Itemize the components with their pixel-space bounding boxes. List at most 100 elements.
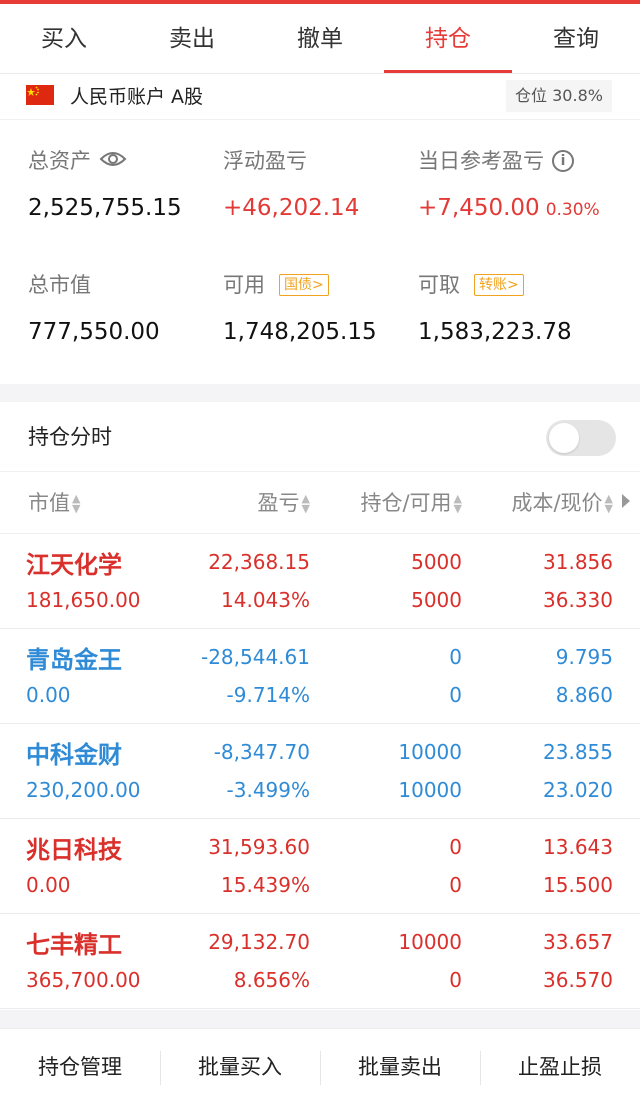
stock-available: 0 [449, 968, 462, 992]
daily-pl-value: +7,450.00 [418, 195, 540, 221]
info-icon[interactable]: i [552, 150, 574, 172]
market-value-label: 总市值 [28, 273, 91, 297]
transfer-chip[interactable]: 转账> [474, 274, 524, 296]
stock-pl: 31,593.60 [208, 835, 310, 859]
stock-market-value: 181,650.00 [26, 588, 141, 612]
holding-row[interactable]: 兆日科技 0.00 31,593.60 15.439% 0 0 13.643 1… [0, 819, 640, 914]
available-funds: 可用 国债> 1,748,205.15 [223, 270, 377, 350]
account-bar[interactable]: 人民币账户 A股 仓位 30.8% [0, 76, 640, 120]
stock-name: 兆日科技 [26, 836, 122, 864]
stock-available: 5000 [411, 588, 462, 612]
stock-cost: 13.643 [543, 835, 613, 859]
floating-pl-value: +46,202.14 [223, 195, 360, 221]
asset-summary: 总资产 2,525,755.15 浮动盈亏 +46,202.14 当日参考盈亏 … [0, 120, 640, 384]
header-cost[interactable]: 成本/现价 ▲ ▼ [511, 472, 613, 534]
stock-name: 七丰精工 [26, 931, 122, 959]
header-market-value-label: 市值 [28, 491, 70, 515]
stock-holding: 0 [449, 835, 462, 859]
trade-tabs: 买入 卖出 撤单 持仓 查询 [0, 4, 640, 74]
position-management-button[interactable]: 持仓管理 [0, 1029, 160, 1105]
stock-market-value: 230,200.00 [26, 778, 141, 802]
holding-row[interactable]: 中科金财 230,200.00 -8,347.70 -3.499% 10000 … [0, 724, 640, 819]
sort-icon: ▲ ▼ [301, 492, 310, 515]
daily-pl-label: 当日参考盈亏 [418, 149, 544, 173]
take-profit-stop-loss-button[interactable]: 止盈止损 [480, 1029, 640, 1105]
withdrawable-value: 1,583,223.78 [418, 319, 572, 345]
stock-holding: 0 [449, 645, 462, 669]
stock-price: 36.330 [543, 588, 613, 612]
bottom-action-bar: 持仓管理 批量买入 批量卖出 止盈止损 [0, 1028, 640, 1105]
batch-sell-button[interactable]: 批量卖出 [320, 1029, 480, 1105]
floating-pl-label: 浮动盈亏 [223, 149, 307, 173]
header-holding[interactable]: 持仓/可用 ▲ ▼ [360, 472, 462, 534]
total-assets-label: 总资产 [28, 149, 91, 173]
sort-icon: ▲ ▼ [604, 492, 613, 515]
stock-price: 8.860 [555, 683, 613, 707]
stock-market-value: 365,700.00 [26, 968, 141, 992]
header-pl[interactable]: 盈亏 ▲ ▼ [258, 472, 310, 534]
stock-price: 23.020 [543, 778, 613, 802]
tab-query[interactable]: 查询 [512, 4, 640, 73]
stock-holding: 10000 [398, 930, 462, 954]
toggle-knob [549, 423, 579, 453]
holdings-table-header: 市值 ▲ ▼ 盈亏 ▲ ▼ 持仓/可用 ▲ ▼ 成本/现价 ▲ ▼ [0, 472, 640, 534]
available-label: 可用 [223, 273, 265, 297]
market-value: 总市值 777,550.00 [28, 270, 160, 350]
stock-name: 中科金财 [26, 741, 122, 769]
holding-timeshare-label: 持仓分时 [28, 425, 112, 449]
holding-row[interactable]: 七丰精工 365,700.00 29,132.70 8.656% 10000 0… [0, 914, 640, 1009]
stock-pl-percent: -9.714% [226, 683, 310, 707]
daily-pl: 当日参考盈亏 i +7,450.00 0.30% [418, 146, 600, 228]
stock-cost: 23.855 [543, 740, 613, 764]
stock-name: 江天化学 [26, 551, 122, 579]
stock-available: 10000 [398, 778, 462, 802]
sort-icon: ▲ ▼ [453, 492, 462, 515]
stock-available: 0 [449, 873, 462, 897]
stock-pl-percent: 15.439% [221, 873, 310, 897]
market-value-value: 777,550.00 [28, 319, 160, 345]
section-divider [0, 384, 640, 402]
stock-market-value: 0.00 [26, 873, 71, 897]
tab-sell[interactable]: 卖出 [128, 4, 256, 73]
tab-positions[interactable]: 持仓 [384, 4, 512, 73]
tab-buy[interactable]: 买入 [0, 4, 128, 73]
total-assets-value: 2,525,755.15 [28, 195, 182, 221]
eye-icon[interactable] [99, 146, 127, 176]
holding-timeshare-row: 持仓分时 [0, 402, 640, 472]
stock-holding: 5000 [411, 550, 462, 574]
header-holding-label: 持仓/可用 [360, 491, 452, 515]
stock-pl: 22,368.15 [208, 550, 310, 574]
stock-pl-percent: -3.499% [226, 778, 310, 802]
stock-pl-percent: 8.656% [233, 968, 310, 992]
account-label: 人民币账户 A股 [70, 86, 204, 108]
daily-pl-percent: 0.30% [545, 200, 600, 220]
total-assets: 总资产 2,525,755.15 [28, 146, 182, 226]
tab-cancel[interactable]: 撤单 [256, 4, 384, 73]
floating-pl: 浮动盈亏 +46,202.14 [223, 146, 359, 226]
holding-row[interactable]: 青岛金王 0.00 -28,544.61 -9.714% 0 0 9.795 8… [0, 629, 640, 724]
position-ratio-badge: 仓位 30.8% [506, 80, 612, 112]
stock-holding: 10000 [398, 740, 462, 764]
stock-market-value: 0.00 [26, 683, 71, 707]
holding-row[interactable]: 江天化学 181,650.00 22,368.15 14.043% 5000 5… [0, 534, 640, 629]
withdrawable-label: 可取 [418, 273, 460, 297]
stock-price: 15.500 [543, 873, 613, 897]
stock-cost: 33.657 [543, 930, 613, 954]
header-market-value[interactable]: 市值 ▲ ▼ [28, 472, 80, 534]
stock-pl: -8,347.70 [213, 740, 310, 764]
china-flag-icon [26, 85, 54, 105]
stock-cost: 9.795 [555, 645, 613, 669]
holding-timeshare-toggle[interactable] [546, 420, 616, 456]
holdings-list: 江天化学 181,650.00 22,368.15 14.043% 5000 5… [0, 534, 640, 1009]
withdrawable-funds: 可取 转账> 1,583,223.78 [418, 270, 572, 350]
stock-available: 0 [449, 683, 462, 707]
header-cost-label: 成本/现价 [511, 491, 603, 515]
stock-pl-percent: 14.043% [221, 588, 310, 612]
stock-name: 青岛金王 [26, 646, 122, 674]
sort-icon: ▲ ▼ [72, 492, 81, 515]
batch-buy-button[interactable]: 批量买入 [160, 1029, 320, 1105]
stock-cost: 31.856 [543, 550, 613, 574]
stock-pl: -28,544.61 [200, 645, 310, 669]
scroll-right-icon[interactable] [622, 494, 630, 508]
treasury-bond-chip[interactable]: 国债> [279, 274, 329, 296]
